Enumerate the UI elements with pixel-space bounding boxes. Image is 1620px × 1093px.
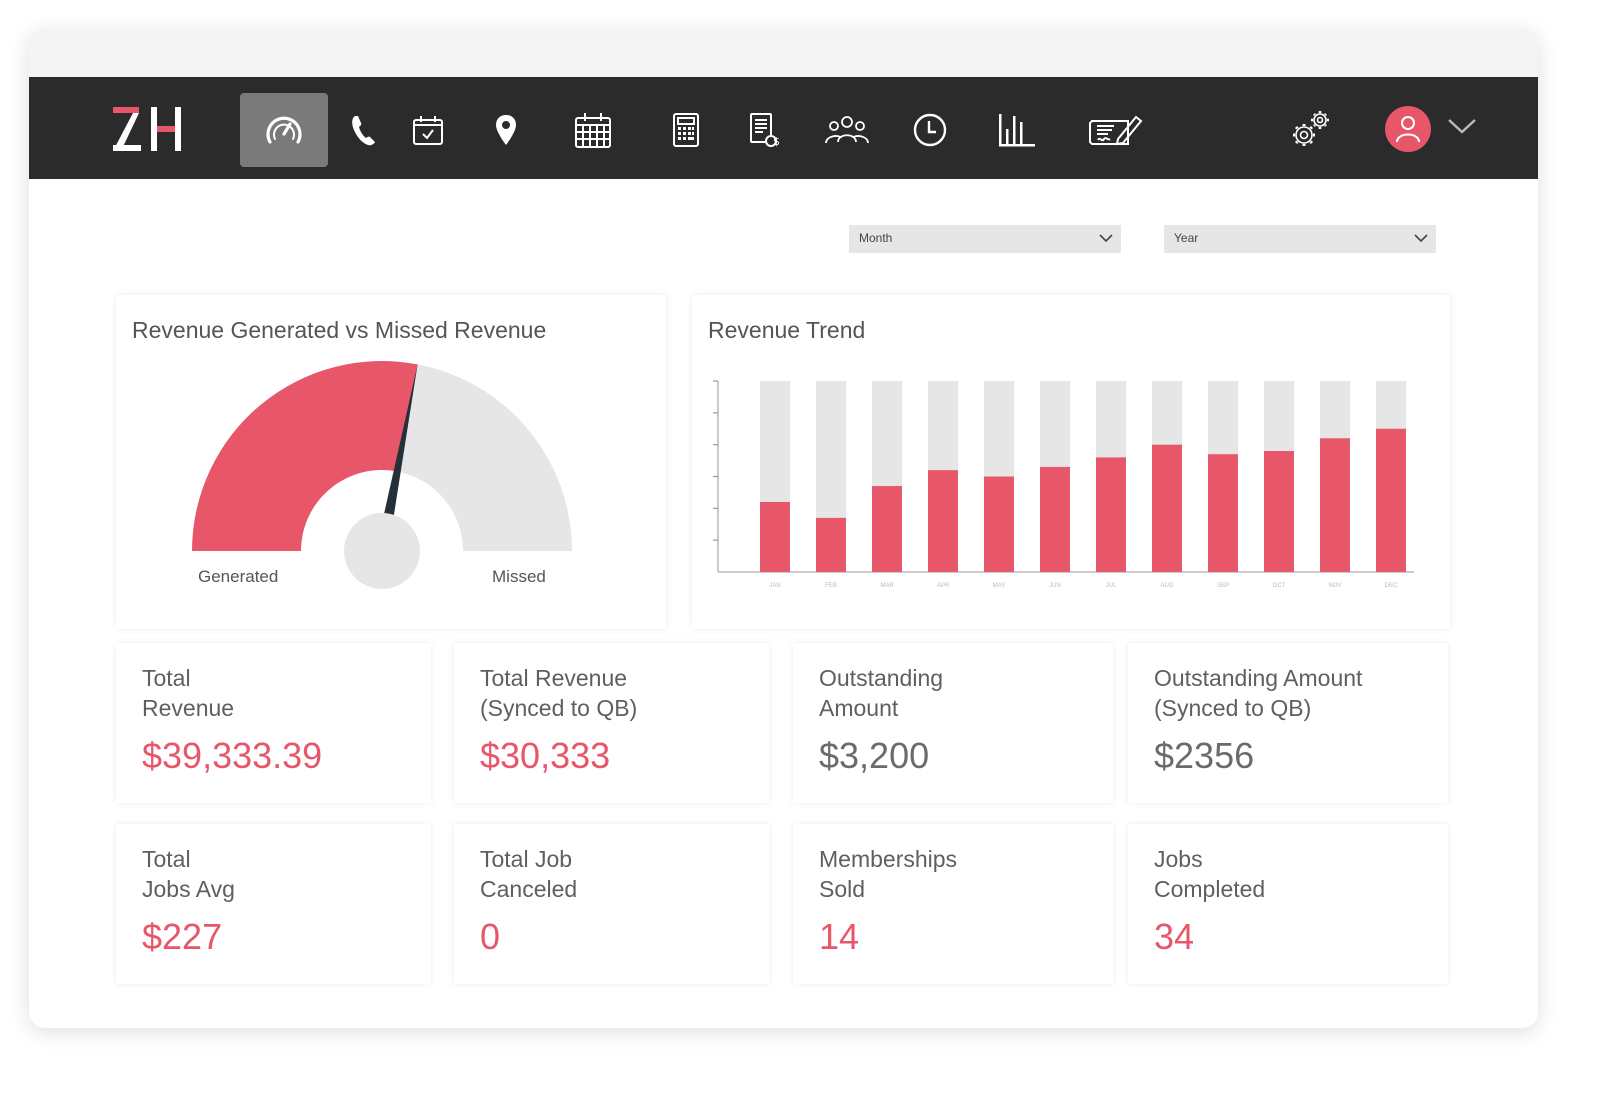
bar-chart-icon [999, 114, 1035, 147]
stat-card: Jobs Completed 34 [1128, 824, 1448, 984]
bar-revenue [1320, 438, 1350, 572]
speedometer-icon [266, 116, 302, 144]
stat-card: Outstanding Amount (Synced to QB) $2356 [1128, 643, 1448, 803]
stat-label: Outstanding Amount (Synced to QB) [1154, 665, 1363, 721]
calendar-grid-icon [575, 113, 611, 148]
x-tick-label: DEC [1385, 583, 1398, 589]
stat-label: Outstanding Amount [819, 665, 944, 721]
bar-revenue [984, 476, 1014, 572]
calculator-icon [673, 113, 699, 147]
nav-invoices[interactable]: $ [721, 93, 809, 167]
stat-card: Total Revenue $39,333.39 [116, 643, 431, 803]
x-tick-label: NOV [1328, 583, 1341, 589]
chevron-down-icon[interactable] [1447, 117, 1477, 135]
stat-label: Total Revenue (Synced to QB) [480, 665, 638, 721]
gauge-missed-arc [397, 364, 572, 551]
x-tick-label: APR [937, 583, 950, 589]
x-tick-label: JAN [769, 583, 780, 589]
calendar-check-icon [413, 116, 443, 145]
top-navbar: $ [29, 77, 1538, 179]
map-pin-icon [496, 115, 516, 145]
user-avatar-icon [1396, 116, 1420, 143]
x-tick-label: JUN [1049, 583, 1061, 589]
svg-text:$: $ [773, 135, 780, 148]
bar-revenue [1264, 451, 1294, 572]
year-select[interactable]: Year [1164, 225, 1436, 253]
year-select-value: Year [1174, 231, 1199, 245]
month-select[interactable]: Month [849, 225, 1121, 253]
stat-label: Jobs Completed [1154, 846, 1266, 902]
stat-label: Total Revenue [142, 665, 235, 721]
x-tick-label: AUG [1160, 583, 1173, 589]
nav-schedule[interactable] [549, 93, 637, 167]
stat-card: Total Revenue (Synced to QB) $30,333 [454, 643, 769, 803]
clock-icon [913, 113, 947, 147]
nav-dashboard[interactable] [240, 93, 328, 167]
bar-revenue [928, 470, 958, 572]
bar-revenue [1208, 454, 1238, 572]
chevron-down-icon [1414, 234, 1428, 243]
nav-locations[interactable] [462, 93, 550, 167]
stat-value: $30,333 [480, 735, 611, 776]
stat-value: 34 [1154, 916, 1195, 957]
gauge-label-missed: Missed [492, 567, 546, 586]
chevron-down-icon [1099, 234, 1113, 243]
app-window: $ Month Year Revenue Generated vs Missed… [29, 29, 1538, 1028]
invoice-dollar-icon: $ [750, 113, 780, 148]
revenue-trend-chart: JAN FEB MAR APR MAY JUN JUL AUG SEP OCT NOV DEC [713, 380, 1414, 589]
x-tick-label: MAR [880, 583, 894, 589]
stat-card: Memberships Sold 14 [793, 824, 1113, 984]
phone-icon [352, 116, 375, 146]
revenue-gauge-card: Revenue Generated vs Missed Revenue Gene… [116, 295, 666, 629]
bar-revenue [1096, 457, 1126, 572]
x-tick-label: MAY [993, 583, 1006, 589]
bar-revenue [1152, 444, 1182, 572]
stat-card: Total Jobs Avg $227 [116, 824, 431, 984]
settings-button[interactable] [1291, 109, 1331, 154]
stat-card: Outstanding Amount $3,200 [793, 643, 1113, 803]
bar-revenue [1376, 428, 1406, 572]
gears-icon [1293, 111, 1329, 146]
nav-reports[interactable] [973, 93, 1061, 167]
window-titlebar [29, 29, 1538, 77]
nav-customers[interactable] [803, 93, 891, 167]
x-tick-label: JUL [1106, 583, 1117, 589]
revenue-trend-card: Revenue Trend JAN FEB MAR APR MAY JUN JUL AUG SE… [692, 295, 1450, 629]
x-tick-label: OCT [1273, 583, 1286, 589]
stat-label: Total Job Canceled [480, 846, 578, 902]
x-tick-label: FEB [825, 583, 837, 589]
nav-timesheets[interactable] [886, 93, 974, 167]
month-select-value: Month [859, 231, 893, 245]
gauge-label-generated: Generated [198, 567, 279, 586]
stat-value: $2356 [1154, 735, 1255, 776]
stat-value: $39,333.39 [142, 735, 323, 776]
zh-logo[interactable] [113, 107, 183, 151]
gauge-hub [344, 513, 420, 589]
bar-revenue [816, 517, 846, 572]
nav-estimates[interactable] [642, 93, 730, 167]
nav-contracts[interactable] [1072, 93, 1160, 167]
signature-icon [1089, 115, 1143, 146]
stat-card: Total Job Canceled 0 [454, 824, 769, 984]
stat-label: Memberships Sold [819, 846, 958, 902]
user-avatar-button[interactable] [1385, 106, 1431, 152]
x-tick-label: SEP [1217, 583, 1229, 589]
stat-value: $3,200 [819, 735, 930, 776]
users-icon [825, 116, 869, 144]
stat-value: 0 [480, 916, 501, 957]
stat-value: 14 [819, 916, 860, 957]
bar-revenue [760, 501, 790, 572]
nav-appointments[interactable] [384, 93, 472, 167]
bar-revenue [1040, 466, 1070, 572]
bar-revenue [872, 486, 902, 572]
stat-value: $227 [142, 916, 223, 957]
stat-label: Total Jobs Avg [142, 846, 235, 902]
